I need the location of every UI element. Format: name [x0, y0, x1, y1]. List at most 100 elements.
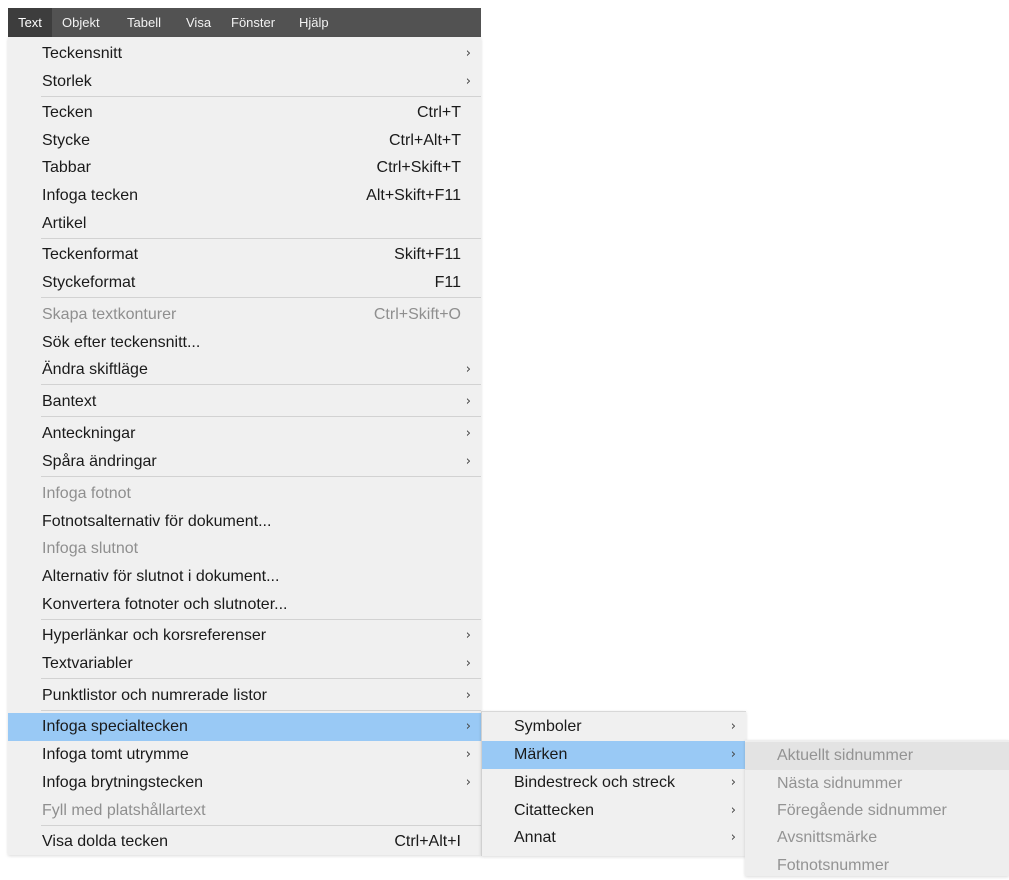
menu-item-label: Visa dolda tecken: [42, 833, 169, 850]
menu-item-label: Sök efter teckensnitt...: [42, 334, 201, 351]
chevron-right-icon: ›: [465, 426, 471, 441]
menu-separator: [41, 297, 481, 298]
submenu-item-bindestreck[interactable]: Bindestreck och streck ›: [482, 769, 746, 797]
chevron-right-icon: ›: [465, 362, 471, 377]
menu-separator: [41, 416, 481, 417]
chevron-right-icon: ›: [730, 775, 736, 790]
menu-item-storlek[interactable]: Storlek ›: [8, 68, 481, 96]
menu-item-infoga-tecken[interactable]: Infoga tecken Alt+Skift+F11: [8, 182, 481, 210]
menu-item-textvariabler[interactable]: Textvariabler ›: [8, 650, 481, 678]
submenu-item-symboler[interactable]: Symboler ›: [482, 713, 746, 741]
menu-item-label: Märken: [514, 746, 568, 763]
submenu-item-avsnittsmarke: Avsnittsmärke: [745, 824, 1009, 852]
menu-item-shortcut: Ctrl+Alt+I: [394, 833, 461, 850]
menu-separator: [41, 96, 481, 97]
menu-item-label: Bindestreck och streck: [514, 774, 675, 791]
menu-separator: [41, 710, 481, 711]
menu-item-fotnotsalternativ[interactable]: Fotnotsalternativ för dokument...: [8, 508, 481, 536]
menu-item-andra-skiftlage[interactable]: Ändra skiftläge ›: [8, 356, 481, 384]
menubar-text[interactable]: Text: [8, 8, 52, 37]
menu-item-label: Aktuellt sidnummer: [777, 747, 914, 764]
menubar-tabell[interactable]: Tabell: [127, 8, 161, 37]
menu-item-shortcut: Ctrl+T: [417, 104, 461, 121]
menu-item-label: Avsnittsmärke: [777, 829, 878, 846]
menu-item-infoga-tomt-utrymme[interactable]: Infoga tomt utrymme ›: [8, 741, 481, 769]
menu-item-label: Hyperlänkar och korsreferenser: [42, 627, 267, 644]
menu-item-label: Fyll med platshållartext: [42, 802, 206, 819]
menu-item-label: Punktlistor och numrerade listor: [42, 687, 267, 704]
menu-item-shortcut: Ctrl+Skift+T: [376, 159, 461, 176]
menu-item-fyll-platshallartext: Fyll med platshållartext: [8, 797, 481, 825]
chevron-right-icon: ›: [465, 656, 471, 671]
menu-item-anteckningar[interactable]: Anteckningar ›: [8, 420, 481, 448]
chevron-right-icon: ›: [730, 719, 736, 734]
menu-item-infoga-fotnot: Infoga fotnot: [8, 480, 481, 508]
chevron-right-icon: ›: [465, 688, 471, 703]
menu-item-visa-dolda-tecken[interactable]: Visa dolda tecken Ctrl+Alt+I: [8, 828, 481, 856]
menu-item-spara-andringar[interactable]: Spåra ändringar ›: [8, 448, 481, 476]
menu-item-label: Infoga tecken: [42, 187, 139, 204]
chevron-right-icon: ›: [465, 454, 471, 469]
menu-item-label: Anteckningar: [42, 425, 136, 442]
menu-item-label: Tecken: [42, 104, 93, 121]
menu-item-teckenformat[interactable]: Teckenformat Skift+F11: [8, 241, 481, 269]
chevron-right-icon: ›: [465, 74, 471, 89]
menu-separator: [41, 384, 481, 385]
menu-item-artikel[interactable]: Artikel: [8, 210, 481, 238]
menu-separator: [41, 678, 481, 679]
menu-item-shortcut: Ctrl+Skift+O: [373, 306, 461, 323]
menu-item-stycke[interactable]: Stycke Ctrl+Alt+T: [8, 127, 481, 155]
menu-item-tecken[interactable]: Tecken Ctrl+T: [8, 99, 481, 127]
menu-item-punktlistor[interactable]: Punktlistor och numrerade listor ›: [8, 682, 481, 710]
menu-item-label: Infoga slutnot: [42, 540, 139, 557]
menu-item-label: Artikel: [42, 215, 87, 232]
menu-item-label: Storlek: [42, 73, 92, 90]
menubar-hjalp[interactable]: Hjälp: [299, 8, 329, 37]
menu-item-hyperlankar[interactable]: Hyperlänkar och korsreferenser ›: [8, 622, 481, 650]
text-menu: Teckensnitt › Storlek › Tecken Ctrl+T St…: [8, 37, 481, 855]
menu-item-label: Fotnotsalternativ för dokument...: [42, 513, 272, 530]
submenu-item-annat[interactable]: Annat ›: [482, 824, 746, 852]
menu-item-label: Teckenformat: [42, 246, 139, 263]
menu-item-label: Citattecken: [514, 802, 595, 819]
menu-separator: [41, 619, 481, 620]
menu-item-sok-teckensnitt[interactable]: Sök efter teckensnitt...: [8, 329, 481, 357]
submenu-item-citattecken[interactable]: Citattecken ›: [482, 797, 746, 825]
menu-item-label: Tabbar: [42, 159, 91, 176]
menu-item-infoga-slutnot: Infoga slutnot: [8, 535, 481, 563]
menubar-visa[interactable]: Visa: [186, 8, 211, 37]
menu-item-tabbar[interactable]: Tabbar Ctrl+Skift+T: [8, 154, 481, 182]
menu-item-label: Styckeformat: [42, 274, 136, 291]
menu-item-label: Annat: [514, 829, 556, 846]
chevron-right-icon: ›: [465, 46, 471, 61]
menu-item-label: Föregående sidnummer: [777, 802, 947, 819]
menu-item-infoga-brytningstecken[interactable]: Infoga brytningstecken ›: [8, 769, 481, 797]
menu-separator: [41, 476, 481, 477]
menu-item-label: Ändra skiftläge: [42, 361, 148, 378]
menu-item-styckeformat[interactable]: Styckeformat F11: [8, 269, 481, 297]
markers-submenu: Aktuellt sidnummer Nästa sidnummer Föreg…: [745, 740, 1009, 876]
menu-item-label: Skapa textkonturer: [42, 306, 177, 323]
menu-item-label: Konvertera fotnoter och slutnoter...: [42, 596, 288, 613]
menu-item-label: Infoga specialtecken: [42, 718, 188, 735]
menu-item-slutnot-alternativ[interactable]: Alternativ för slutnot i dokument...: [8, 563, 481, 591]
menu-item-label: Bantext: [42, 393, 97, 410]
chevron-right-icon: ›: [465, 719, 471, 734]
chevron-right-icon: ›: [465, 628, 471, 643]
menubar-fonster[interactable]: Fönster: [231, 8, 275, 37]
menu-item-shortcut: F11: [434, 274, 461, 291]
menu-item-label: Stycke: [42, 132, 91, 149]
submenu-item-aktuellt-sidnummer: Aktuellt sidnummer: [745, 742, 1009, 770]
menubar-objekt[interactable]: Objekt: [62, 8, 100, 37]
menu-item-infoga-specialtecken[interactable]: Infoga specialtecken ›: [8, 713, 481, 741]
menu-item-bantext[interactable]: Bantext ›: [8, 388, 481, 416]
submenu-item-marken[interactable]: Märken ›: [482, 741, 746, 769]
menu-bar: Text Objekt Tabell Visa Fönster Hjälp: [8, 8, 481, 37]
menu-item-label: Infoga fotnot: [42, 485, 131, 502]
menu-item-teckensnitt[interactable]: Teckensnitt ›: [8, 40, 481, 68]
chevron-right-icon: ›: [465, 394, 471, 409]
menu-item-shortcut: Alt+Skift+F11: [366, 187, 461, 204]
menu-item-shortcut: Ctrl+Alt+T: [388, 132, 461, 149]
chevron-right-icon: ›: [465, 775, 471, 790]
menu-item-konvertera-noter[interactable]: Konvertera fotnoter och slutnoter...: [8, 591, 481, 619]
